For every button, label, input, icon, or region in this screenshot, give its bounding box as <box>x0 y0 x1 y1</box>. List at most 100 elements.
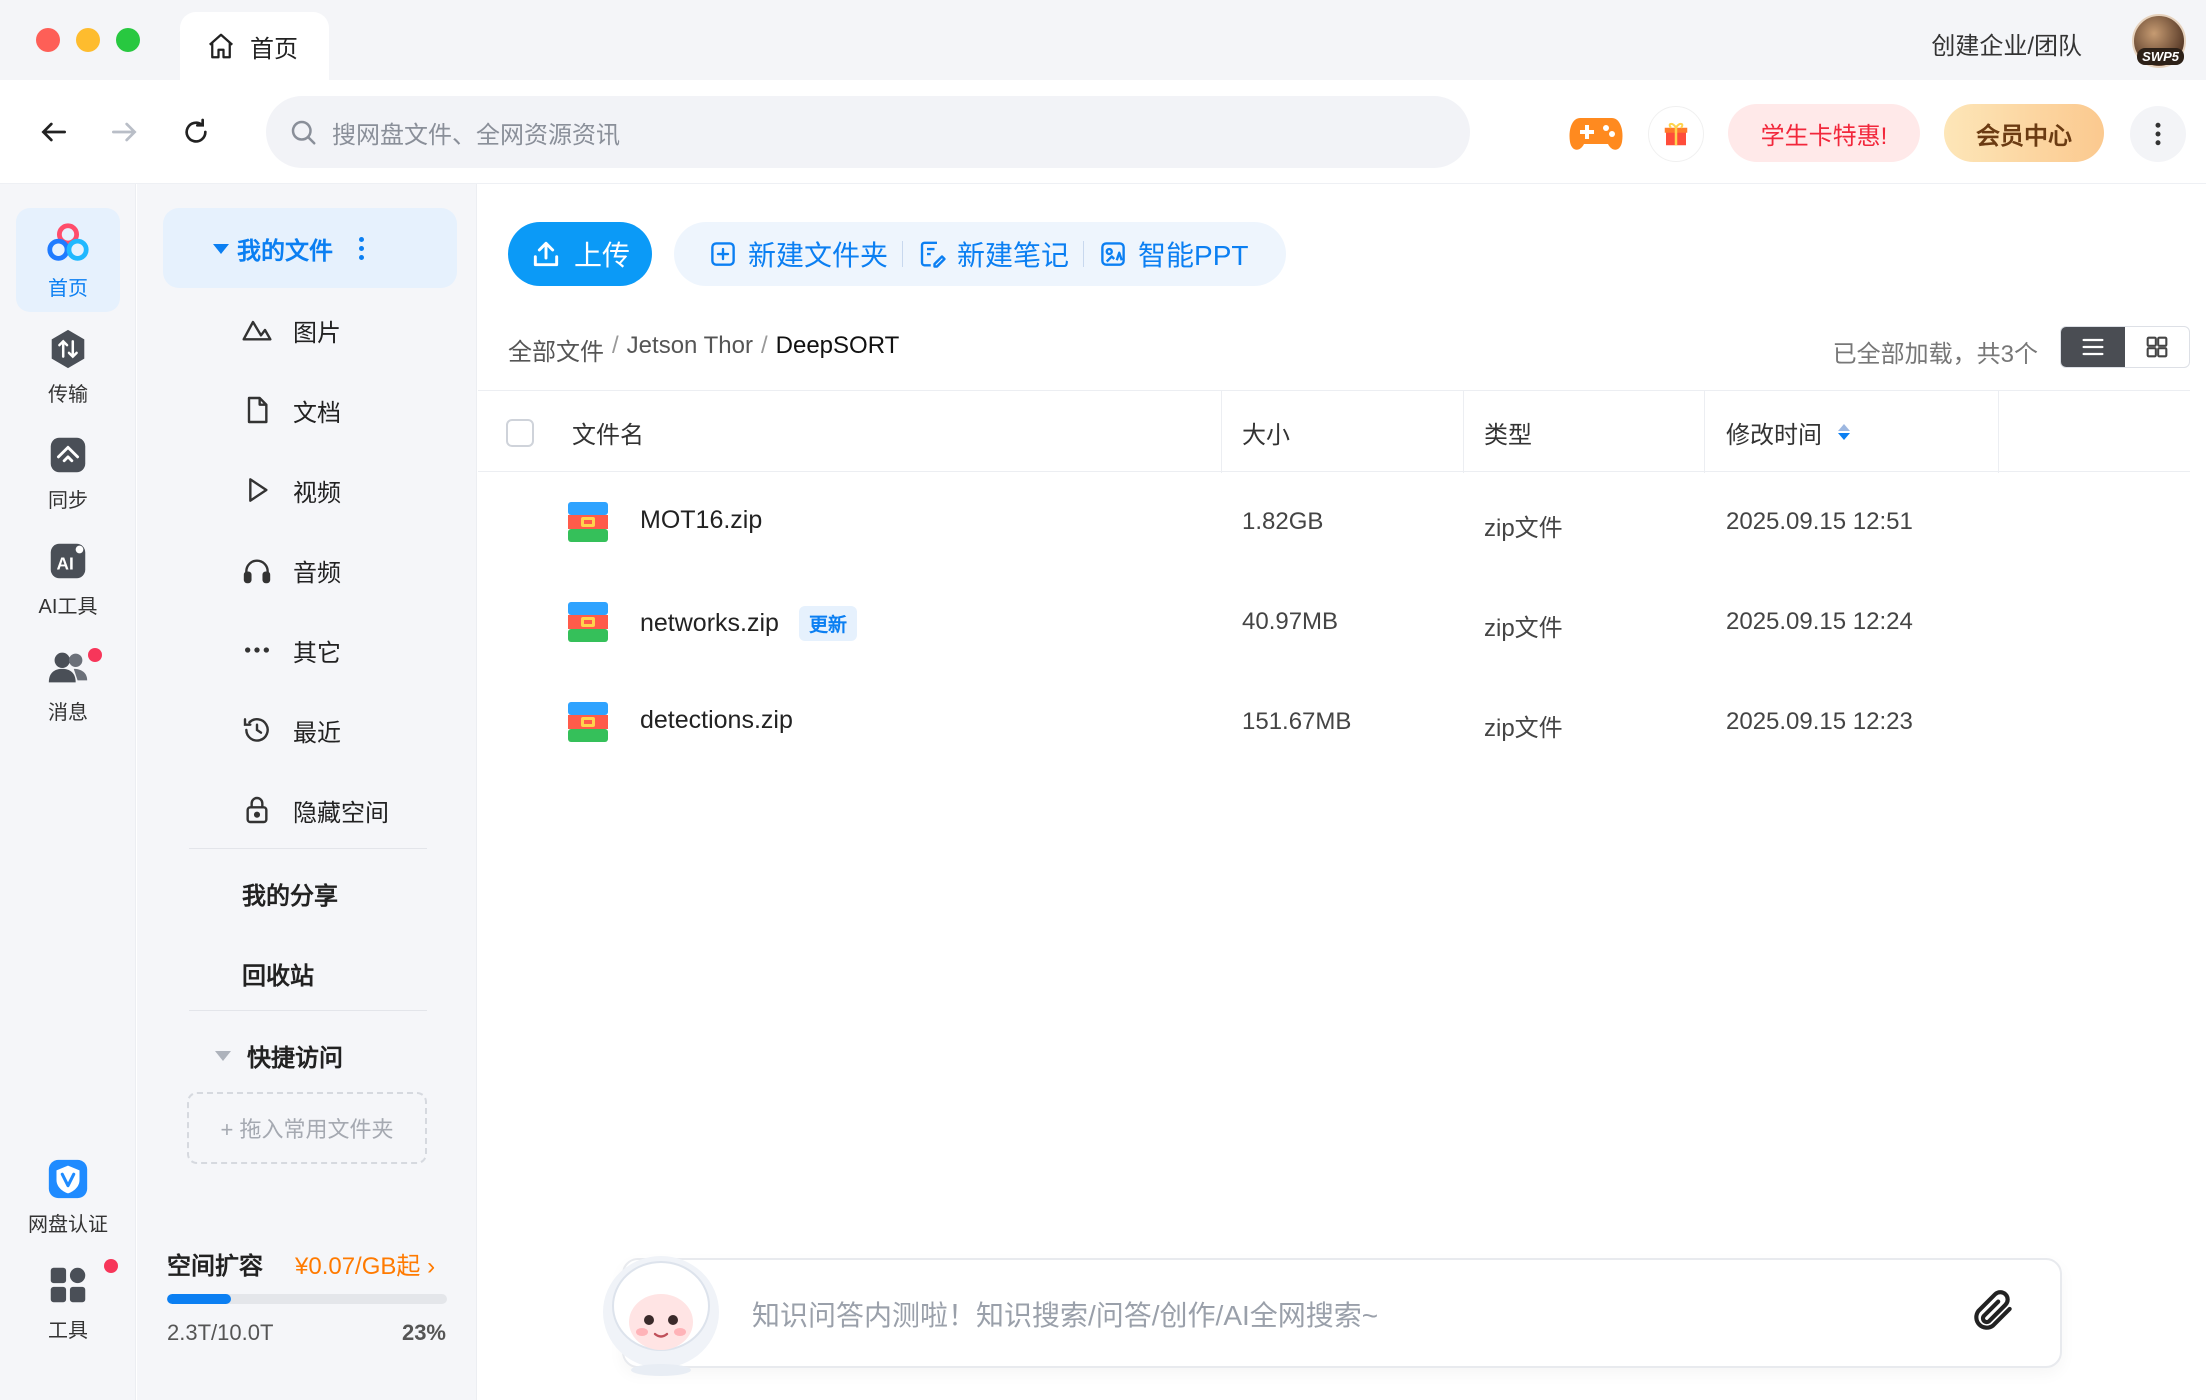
column-header-type[interactable]: 类型 <box>1484 391 1532 473</box>
headphones-icon <box>243 559 271 584</box>
rail-item-transfer[interactable]: 传输 <box>16 314 120 418</box>
transfer-icon <box>51 329 85 368</box>
tree-item-audio[interactable]: 音频 <box>241 550 341 590</box>
nav-bar: 搜网盘文件、全网资源资讯 学生卡特惠! 会员中心 <box>0 80 2206 184</box>
ppt-ai-icon <box>1101 242 1125 266</box>
rail-item-verify[interactable]: 网盘认证 <box>14 1144 122 1248</box>
search-bar[interactable]: 搜网盘文件、全网资源资讯 <box>266 96 1470 168</box>
verified-v-icon <box>48 1159 88 1198</box>
tree-item-hidden-space[interactable]: 隐藏空间 <box>241 790 389 830</box>
ai-chat-placeholder: 知识问答内测啦！知识搜索/问答/创作/AI全网搜索~ <box>752 1300 1379 1331</box>
student-offer-button[interactable]: 学生卡特惠! <box>1728 104 1920 162</box>
home-icon <box>209 33 233 59</box>
zip-archive-icon <box>568 602 608 642</box>
column-separator[interactable] <box>1221 391 1222 473</box>
table-row[interactable]: MOT16.zip 1.82GB zip文件 2025.09.15 12:51 <box>478 472 2190 572</box>
tree-item-documents[interactable]: 文档 <box>241 390 341 430</box>
new-folder-button[interactable]: 新建文件夹 <box>694 234 902 274</box>
new-note-button[interactable]: 新建笔记 <box>903 234 1083 274</box>
file-name[interactable]: networks.zip 更新 <box>640 606 857 641</box>
tree-item-my-files[interactable]: 我的文件 <box>163 208 457 288</box>
zip-archive-icon <box>568 702 608 742</box>
back-button[interactable] <box>32 110 76 154</box>
upload-icon <box>533 241 559 267</box>
close-window-button[interactable] <box>36 28 60 52</box>
refresh-button[interactable] <box>174 110 218 154</box>
game-controller-icon[interactable] <box>1568 110 1624 156</box>
new-folder-label: 新建文件夹 <box>748 240 889 271</box>
file-size: 1.82GB <box>1242 508 1324 535</box>
file-name[interactable]: detections.zip <box>640 706 793 735</box>
rail-item-sync[interactable]: 同步 <box>16 420 120 524</box>
column-separator[interactable] <box>1463 391 1464 473</box>
minimize-window-button[interactable] <box>76 28 100 52</box>
arrow-right-icon <box>112 122 137 142</box>
search-icon <box>291 120 316 145</box>
tree-item-images[interactable]: 图片 <box>241 310 341 350</box>
tree-item-recent[interactable]: 最近 <box>241 710 341 750</box>
storage-price-link[interactable]: ¥0.07/GB起 › <box>295 1246 435 1281</box>
svg-text:AI: AI <box>57 553 74 573</box>
paperclip-icon[interactable] <box>1968 1286 2018 1336</box>
grid-view-button[interactable] <box>2125 327 2189 367</box>
sync-icon <box>50 437 86 472</box>
list-view-button[interactable] <box>2061 327 2125 367</box>
zip-archive-icon <box>568 502 608 542</box>
select-all-checkbox[interactable] <box>506 419 534 447</box>
tree-divider <box>189 1010 427 1011</box>
rail-label-verify: 网盘认证 <box>28 1213 108 1236</box>
column-header-name[interactable]: 文件名 <box>572 391 644 473</box>
rail-item-ai-tools[interactable]: AI AI工具 <box>16 526 120 630</box>
rail-label-sync: 同步 <box>48 489 88 512</box>
more-menu-button[interactable] <box>2130 106 2186 162</box>
column-separator[interactable] <box>1998 391 1999 473</box>
file-name[interactable]: MOT16.zip <box>640 506 762 535</box>
vip-center-button[interactable]: 会员中心 <box>1944 104 2104 162</box>
breadcrumb-separator: / <box>612 332 619 359</box>
storage-progress-bar <box>167 1294 447 1304</box>
file-name-text: networks.zip <box>640 609 779 637</box>
breadcrumb-item[interactable]: Jetson Thor <box>627 332 753 367</box>
tree-item-other[interactable]: 其它 <box>241 630 341 670</box>
tree-item-recycle-bin[interactable]: 回收站 <box>242 956 314 991</box>
lock-icon <box>246 796 268 824</box>
file-size: 40.97MB <box>1242 608 1339 635</box>
tools-notification-dot <box>104 1259 118 1273</box>
tree-item-my-share[interactable]: 我的分享 <box>242 876 338 911</box>
upload-button[interactable]: 上传 <box>508 222 652 286</box>
storage-progress-fill <box>167 1294 232 1304</box>
left-rail: 首页 传输 同步 AI AI工具 消息 网盘认证 工具 <box>0 184 136 1400</box>
clock-history-icon <box>243 718 269 742</box>
rail-label-tools: 工具 <box>48 1319 88 1342</box>
column-separator[interactable] <box>1704 391 1705 473</box>
table-row[interactable]: detections.zip 151.67MB zip文件 2025.09.15… <box>478 672 2190 772</box>
baidu-netdisk-logo-icon <box>47 222 89 261</box>
tree-item-videos[interactable]: 视频 <box>241 470 341 510</box>
sort-icon[interactable] <box>1838 424 1850 440</box>
storage-used: 2.3T/10.0T <box>167 1320 274 1345</box>
add-square-icon <box>711 242 735 266</box>
collapse-caret-icon <box>215 1050 231 1061</box>
my-files-more-icon[interactable] <box>359 236 364 260</box>
maximize-window-button[interactable] <box>116 28 140 52</box>
my-files-label: 我的文件 <box>237 237 333 265</box>
smart-ppt-button[interactable]: 智能PPT <box>1084 234 1262 274</box>
breadcrumb-item[interactable]: 全部文件 <box>508 332 604 367</box>
table-row[interactable]: networks.zip 更新 40.97MB zip文件 2025.09.15… <box>478 572 2190 672</box>
tree-item-quick-access[interactable]: 快捷访问 <box>215 1038 343 1073</box>
quick-access-dropzone[interactable]: + 拖入常用文件夹 <box>187 1092 427 1164</box>
tab-home[interactable]: 首页 <box>180 12 329 80</box>
ai-mascot-icon <box>603 1256 719 1376</box>
messages-notification-dot <box>88 648 102 662</box>
create-team-link[interactable]: 创建企业/团队 <box>1931 26 2082 61</box>
file-name-text: detections.zip <box>640 706 793 734</box>
rail-item-home[interactable]: 首页 <box>16 208 120 312</box>
column-header-modified[interactable]: 修改时间 <box>1726 391 1850 473</box>
search-input[interactable]: 搜网盘文件、全网资源资讯 <box>332 115 620 150</box>
gift-button[interactable] <box>1648 106 1704 162</box>
file-size: 151.67MB <box>1242 708 1352 735</box>
tree-label: 文档 <box>293 399 341 427</box>
column-header-size[interactable]: 大小 <box>1242 391 1290 473</box>
forward-button[interactable] <box>102 110 146 154</box>
rail-item-messages[interactable]: 消息 <box>16 632 120 736</box>
